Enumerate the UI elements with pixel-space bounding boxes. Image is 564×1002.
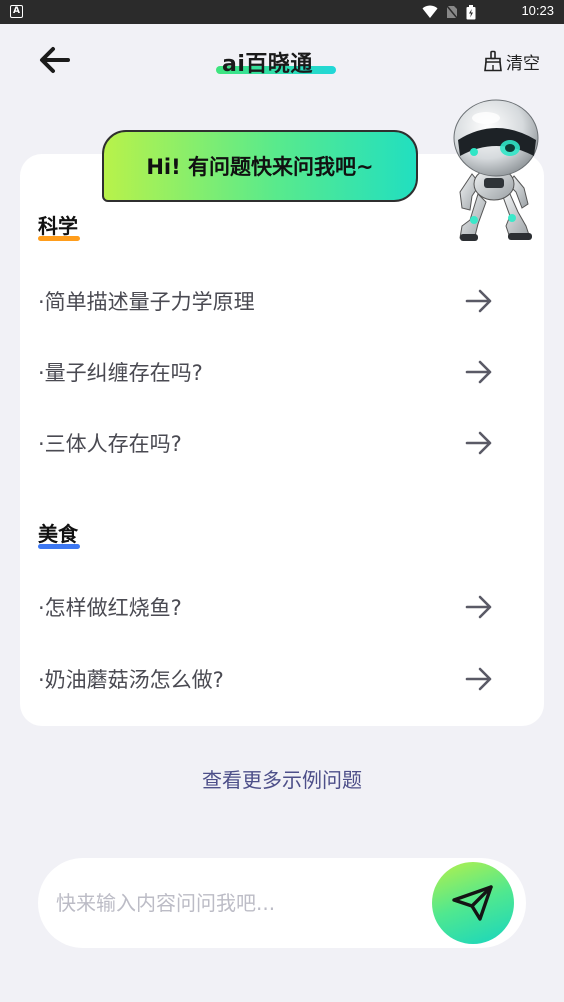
question-text: ·量子纠缠存在吗? bbox=[38, 361, 203, 385]
greeting-text: Hi! 有问题快来问我吧~ bbox=[146, 155, 374, 179]
app-notification-icon: A bbox=[10, 5, 23, 18]
send-icon bbox=[452, 885, 493, 921]
question-text: ·奶油蘑菇汤怎么做? bbox=[38, 668, 224, 692]
status-time: 10:23 bbox=[521, 3, 554, 18]
chat-input[interactable] bbox=[56, 882, 426, 924]
logo-text: ai百晓通 bbox=[222, 52, 313, 77]
wifi-icon bbox=[422, 5, 438, 18]
question-item[interactable]: ·奶油蘑菇汤怎么做? bbox=[38, 654, 494, 704]
send-button[interactable] bbox=[432, 862, 514, 944]
question-item[interactable]: ·量子纠缠存在吗? bbox=[38, 347, 494, 397]
section-title-food: 美食 bbox=[38, 518, 80, 549]
question-item[interactable]: ·简单描述量子力学原理 bbox=[38, 276, 494, 326]
robot-mascot bbox=[444, 96, 544, 248]
question-text: ·三体人存在吗? bbox=[38, 432, 182, 456]
no-sim-icon bbox=[446, 5, 458, 19]
question-item[interactable]: ·怎样做红烧鱼? bbox=[38, 582, 494, 632]
section-title-text: 美食 bbox=[38, 522, 78, 546]
arrow-right-icon bbox=[465, 289, 492, 313]
clear-button[interactable]: 清空 bbox=[483, 48, 540, 74]
status-bar: A 10:23 bbox=[0, 0, 564, 24]
question-text: ·怎样做红烧鱼? bbox=[38, 596, 182, 620]
system-icons bbox=[422, 4, 476, 20]
chat-input-bar bbox=[38, 858, 526, 948]
arrow-right-icon bbox=[465, 431, 492, 455]
arrow-right-icon bbox=[465, 667, 492, 691]
section-underline bbox=[38, 236, 80, 241]
arrow-left-icon bbox=[40, 47, 70, 73]
back-button[interactable] bbox=[36, 44, 76, 76]
question-item[interactable]: ·三体人存在吗? bbox=[38, 418, 494, 468]
app-logo: ai百晓通 bbox=[216, 46, 340, 78]
more-examples-link[interactable]: 查看更多示例问题 bbox=[0, 764, 564, 793]
broom-icon bbox=[484, 50, 502, 72]
battery-icon bbox=[466, 4, 476, 19]
question-text: ·简单描述量子力学原理 bbox=[38, 290, 255, 314]
section-title-science: 科学 bbox=[38, 210, 80, 241]
top-bar: ai百晓通 清空 bbox=[0, 24, 564, 96]
greeting-bubble: Hi! 有问题快来问我吧~ bbox=[102, 130, 418, 202]
arrow-right-icon bbox=[465, 360, 492, 384]
arrow-right-icon bbox=[465, 595, 492, 619]
section-underline bbox=[38, 544, 80, 549]
clear-label: 清空 bbox=[506, 53, 540, 74]
section-title-text: 科学 bbox=[38, 214, 78, 238]
